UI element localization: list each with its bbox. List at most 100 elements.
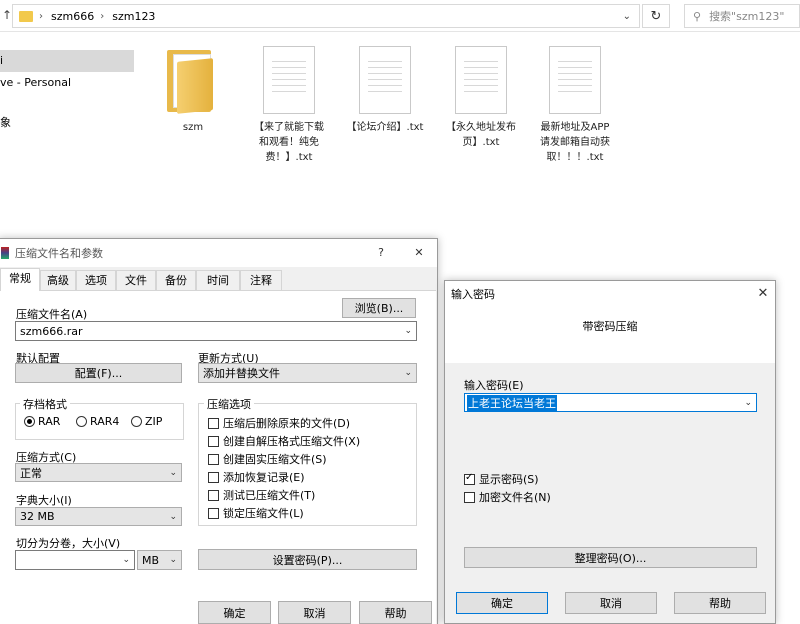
text-file-icon (359, 46, 411, 114)
set-password-button[interactable]: 设置密码(P)... (198, 549, 417, 570)
checkbox-label: 显示密码(S) (479, 473, 539, 486)
cancel-button[interactable]: 取消 (278, 601, 351, 624)
format-rar4-radio[interactable]: RAR4 (76, 415, 119, 428)
tab-files[interactable]: 文件 (116, 270, 156, 290)
breadcrumb-item[interactable]: szm123 (112, 10, 155, 23)
dialog-header: 带密码压缩 (445, 307, 775, 363)
sidebar-item[interactable]: 象 (0, 112, 134, 134)
file-name-line: 费！】.txt (265, 152, 313, 163)
password-input[interactable]: 上老王论坛当老王 ⌄ (464, 393, 757, 412)
refresh-button[interactable]: ↻ (642, 4, 670, 28)
checkbox-label: 压缩后删除原来的文件(D) (223, 417, 351, 430)
radio-label: RAR4 (90, 415, 120, 428)
chevron-down-icon: ⌄ (744, 397, 752, 408)
dialog-heading: 带密码压缩 (582, 320, 638, 333)
sidebar-selected-label: i (0, 54, 4, 67)
breadcrumb-item[interactable]: szm666 (51, 10, 94, 23)
checkbox-icon (464, 491, 475, 503)
text-file-icon (549, 46, 601, 114)
file-name-line: 和观看！纯免 (259, 137, 319, 148)
file-name-line: 最新地址及APP (540, 122, 610, 133)
recovery-checkbox[interactable]: 添加恢复记录(E) (208, 469, 305, 485)
dict-size-label: 字典大小(I) (16, 494, 72, 507)
organize-passwords-button[interactable]: 整理密码(O)... (464, 547, 757, 568)
archive-name-combo[interactable]: szm666.rar ⌄ (15, 321, 417, 341)
checkbox-icon (208, 417, 219, 429)
chevron-down-icon: ⌄ (169, 511, 177, 522)
sfx-checkbox[interactable]: 创建自解压格式压缩文件(X) (208, 433, 360, 449)
show-password-checkbox[interactable]: 显示密码(S) (464, 471, 539, 487)
chevron-down-icon: ⌄ (122, 555, 130, 565)
encrypt-names-checkbox[interactable]: 加密文件名(N) (464, 489, 551, 505)
ok-button[interactable]: 确定 (198, 601, 271, 624)
address-bar[interactable]: › szm666 › szm123 ⌄ (12, 4, 640, 28)
file-name-line: 取！！！.txt (546, 152, 604, 163)
file-item[interactable]: 【来了就能下载 和观看！纯免 费！】.txt (244, 46, 334, 165)
dialog-titlebar: 输入密码 ✕ (445, 281, 775, 307)
profiles-button[interactable]: 配置(F)... (15, 363, 182, 383)
dialog-titlebar: 压缩文件名和参数 ? ✕ (0, 239, 437, 267)
winrar-icon (1, 247, 9, 259)
checkbox-icon (208, 489, 219, 501)
help-button[interactable]: 帮助 (674, 592, 766, 614)
help-button[interactable]: 帮助 (359, 601, 432, 624)
checkbox-icon (208, 471, 219, 483)
radio-icon (76, 416, 87, 427)
sidebar-label: 象 (0, 116, 11, 129)
split-unit-select[interactable]: MB ⌄ (137, 550, 182, 570)
up-arrow-icon[interactable]: ↑ (2, 8, 12, 22)
update-mode-select[interactable]: 添加并替换文件 ⌄ (198, 363, 417, 383)
checkbox-label: 锁定压缩文件(L) (223, 507, 304, 520)
solid-checkbox[interactable]: 创建固实压缩文件(S) (208, 451, 327, 467)
checkbox-label: 创建自解压格式压缩文件(X) (223, 435, 361, 448)
format-rar-radio[interactable]: RAR (24, 415, 60, 428)
ok-button[interactable]: 确定 (456, 592, 548, 614)
file-name-line: 请发邮箱自动获 (540, 137, 610, 148)
archive-name-value: szm666.rar (20, 324, 83, 338)
cancel-button[interactable]: 取消 (565, 592, 657, 614)
split-size-input[interactable]: ⌄ (15, 550, 135, 570)
checkbox-label: 加密文件名(N) (479, 491, 551, 504)
tab-backup[interactable]: 备份 (156, 270, 196, 290)
lock-checkbox[interactable]: 锁定压缩文件(L) (208, 505, 304, 521)
delete-after-checkbox[interactable]: 压缩后删除原来的文件(D) (208, 415, 350, 431)
file-item[interactable]: 【论坛介绍】.txt (340, 46, 430, 135)
search-input[interactable]: ⚲ 搜索"szm123" (684, 4, 800, 28)
chevron-down-icon: ⌄ (169, 467, 177, 478)
method-select[interactable]: 正常 ⌄ (15, 463, 182, 482)
checkbox-icon (208, 507, 219, 519)
format-zip-radio[interactable]: ZIP (131, 415, 162, 428)
browse-button[interactable]: 浏览(B)... (342, 298, 416, 318)
tab-advanced[interactable]: 高级 (40, 270, 76, 290)
checkbox-label: 测试已压缩文件(T) (223, 489, 316, 502)
tab-options[interactable]: 选项 (76, 270, 116, 290)
test-checkbox[interactable]: 测试已压缩文件(T) (208, 487, 315, 503)
close-icon[interactable]: ✕ (407, 239, 431, 267)
dialog-title: 压缩文件名和参数 (15, 247, 103, 260)
tab-comment[interactable]: 注释 (240, 270, 282, 290)
format-group-title: 存档格式 (20, 396, 70, 412)
checkbox-label: 创建固实压缩文件(S) (223, 453, 327, 466)
dict-size-select[interactable]: 32 MB ⌄ (15, 507, 182, 526)
tab-general[interactable]: 常规 (0, 268, 40, 291)
method-value: 正常 (20, 466, 42, 480)
file-explorer: ↑ › szm666 › szm123 ⌄ ↻ ⚲ 搜索"szm123" i v… (0, 0, 800, 240)
text-file-icon (455, 46, 507, 114)
chevron-down-icon[interactable]: ⌄ (623, 11, 631, 22)
file-item[interactable]: 最新地址及APP 请发邮箱自动获 取！！！.txt (530, 46, 620, 165)
folder-icon (19, 10, 33, 22)
split-label: 切分为分卷，大小(V) (16, 537, 121, 550)
sidebar-item-onedrive[interactable]: ve - Personal (0, 72, 134, 94)
checkbox-checked-icon (464, 472, 475, 485)
search-placeholder: 搜索"szm123" (709, 10, 785, 23)
tab-time[interactable]: 时间 (196, 270, 240, 290)
archive-name-label: 压缩文件名(A) (16, 308, 88, 321)
file-item-folder[interactable]: szm (148, 46, 238, 135)
checkbox-icon (208, 453, 219, 465)
sidebar-label: ve - Personal (0, 76, 72, 89)
help-icon[interactable]: ? (371, 239, 391, 267)
refresh-icon: ↻ (650, 8, 662, 24)
file-item[interactable]: 【永久地址发布 页】.txt (436, 46, 526, 150)
close-icon[interactable]: ✕ (751, 281, 775, 307)
file-name-line: 【论坛介绍】.txt (346, 122, 424, 133)
